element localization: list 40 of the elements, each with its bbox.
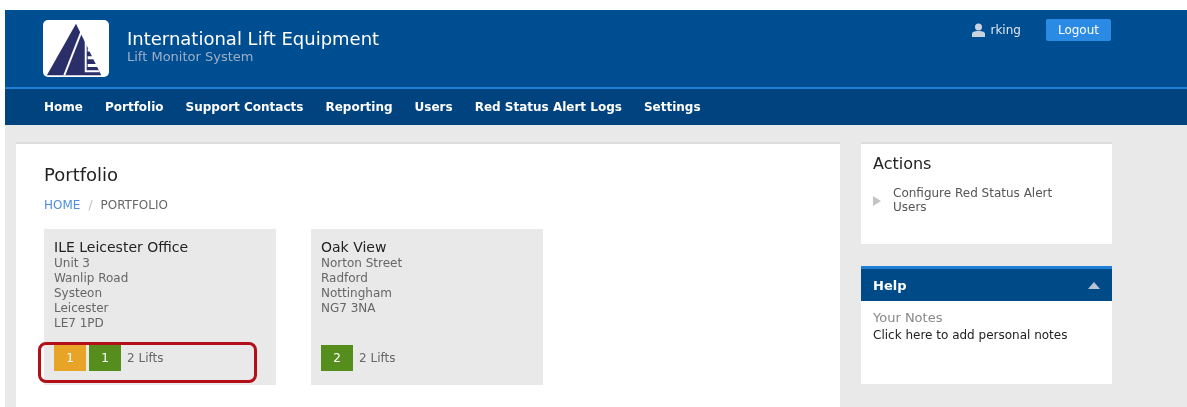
help-header[interactable]: Help: [861, 269, 1112, 301]
address-line: Systeon: [54, 286, 103, 301]
address-line: NG7 3NA: [321, 301, 377, 316]
breadcrumb-separator: /: [88, 198, 93, 212]
location-name: Oak View: [321, 239, 388, 255]
status-count: 1: [89, 345, 121, 371]
username: rking: [990, 23, 1021, 37]
add-notes-link[interactable]: Click here to add personal notes: [873, 328, 1100, 342]
app-subtitle: Lift Monitor System: [127, 48, 255, 64]
address-line: Wanlip Road: [54, 271, 130, 286]
collapse-icon[interactable]: [1088, 281, 1100, 289]
location-card[interactable]: Oak View Norton Street Radford Nottingham NG7 3NA 2 2 Lifts: [311, 229, 543, 385]
logo-icon: [43, 20, 109, 77]
status-count: 2: [321, 345, 353, 371]
nav-link[interactable]: Reporting: [325, 100, 393, 114]
address-line: Norton Street: [321, 256, 404, 271]
status-count: 1: [54, 345, 86, 371]
nav-link[interactable]: Red Status Alert Logs: [474, 100, 622, 114]
address-line: LE7 1PD: [54, 316, 105, 331]
lift-count: 2 Lifts: [127, 351, 164, 365]
lift-count: 2 Lifts: [359, 351, 396, 365]
nav-link[interactable]: Home: [44, 100, 83, 114]
address-line: Leicester: [54, 301, 110, 316]
nav-link[interactable]: Users: [414, 100, 453, 114]
user-icon: [972, 23, 986, 37]
address-line: Radford: [321, 271, 369, 286]
logout-button[interactable]: Logout: [1045, 19, 1111, 41]
address-line: Nottingham: [321, 286, 393, 301]
location-name: ILE Leicester Office: [54, 239, 190, 255]
company-name: International Lift Equipment: [127, 27, 380, 49]
nav-link[interactable]: Settings: [643, 100, 701, 114]
panel-title: Actions: [873, 154, 933, 173]
address-line: Unit 3: [54, 256, 91, 271]
page-title: Portfolio: [44, 164, 120, 185]
nav-link[interactable]: Portfolio: [104, 100, 164, 114]
notes-label: Your Notes: [873, 310, 944, 325]
nav-link[interactable]: Support Contacts: [185, 100, 304, 114]
help-title: Help: [873, 277, 907, 293]
breadcrumb-current: PORTFOLIO: [100, 198, 168, 212]
action-link[interactable]: Configure Red Status Alert Users: [893, 186, 1078, 214]
